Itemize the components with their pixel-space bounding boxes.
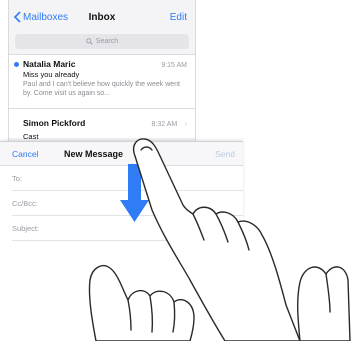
message-time: 9:15 AM	[161, 62, 187, 69]
message-preview: Paul and I can't believe how quickly the…	[23, 81, 180, 97]
chevron-right-icon: ›	[184, 121, 187, 128]
phone-screen: Mailboxes Inbox Edit Search Natalia Mari…	[0, 0, 243, 342]
send-button[interactable]: Send	[215, 149, 235, 159]
message-sender: Natalia Maric	[23, 59, 76, 69]
hand-icon	[297, 266, 351, 341]
subject-field[interactable]: Subject:	[12, 216, 243, 241]
unread-dot-icon	[14, 62, 19, 67]
mailboxes-back-button[interactable]: Mailboxes	[13, 11, 68, 23]
search-bar: Search	[9, 34, 195, 54]
to-label: To:	[12, 173, 23, 183]
search-placeholder: Search	[95, 38, 119, 45]
message-item[interactable]: Simon Pickford 8:32 AM › Cast	[9, 108, 195, 141]
inbox-screen: Mailboxes Inbox Edit Search Natalia Mari…	[8, 0, 196, 148]
search-input[interactable]: Search	[15, 34, 189, 49]
inbox-navbar: Mailboxes Inbox Edit	[9, 0, 195, 34]
to-field[interactable]: To:	[12, 166, 243, 191]
new-message-sheet: Cancel New Message Send To: Cc/Bcc: Subj…	[0, 141, 243, 342]
cc-bcc-label: Cc/Bcc:	[12, 198, 38, 208]
back-label: Mailboxes	[23, 11, 69, 23]
chevron-left-icon	[13, 11, 21, 23]
compose-title: New Message	[64, 148, 124, 159]
cc-bcc-field[interactable]: Cc/Bcc:	[12, 191, 243, 216]
message-item[interactable]: Natalia Maric 9:15 AM Miss you already P…	[9, 54, 195, 108]
message-body[interactable]	[0, 241, 243, 331]
message-subject: Miss you already	[23, 70, 80, 79]
subject-label: Subject:	[12, 223, 40, 233]
message-subject: Cast	[23, 132, 39, 141]
cancel-button[interactable]: Cancel	[12, 149, 38, 159]
compose-navbar[interactable]: Cancel New Message Send	[0, 142, 243, 166]
message-sender: Simon Pickford	[23, 118, 86, 128]
message-time: 8:32 AM	[151, 121, 178, 128]
edit-button[interactable]: Edit	[170, 12, 187, 23]
search-icon	[86, 38, 93, 45]
